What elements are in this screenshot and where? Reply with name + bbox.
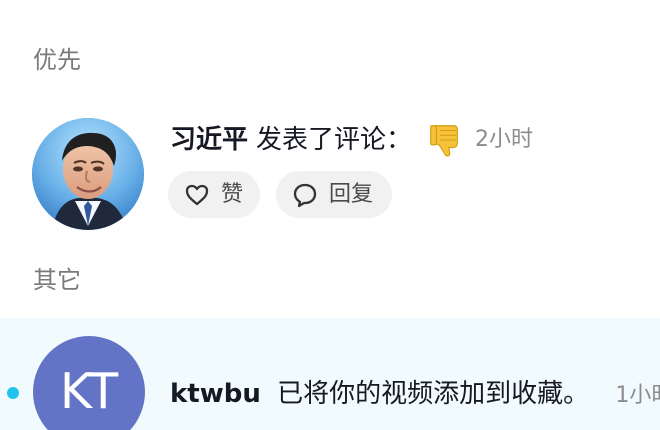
notification-timestamp: 1小时 — [615, 383, 660, 408]
favorite-video-notification[interactable]: KT ktwbu 已将你的视频添加到收藏。 1小时 — [0, 318, 660, 430]
favorite-notification-text[interactable]: ktwbu 已将你的视频添加到收藏。 1小时 — [170, 376, 660, 414]
ktwbu-avatar[interactable]: KT — [33, 336, 145, 430]
like-button[interactable]: 赞 — [168, 171, 260, 218]
commenter-name[interactable]: 习近平 — [170, 122, 248, 158]
priority-comment-notification[interactable]: 习近平 发表了评论： 2小时 赞 回复 — [0, 110, 660, 240]
reply-button[interactable]: 回复 — [276, 171, 392, 218]
commenter-avatar[interactable] — [32, 118, 144, 230]
activity-notifications-screen: 优先 习近平 发表了评论： 2小时 赞 回复 其它 KT ktwbu 已将你的视… — [0, 0, 660, 430]
unread-indicator — [7, 387, 19, 399]
comment-timestamp: 2小时 — [475, 127, 534, 152]
comment-notification-title[interactable]: 习近平 发表了评论： 2小时 — [170, 122, 533, 158]
heart-icon — [185, 184, 209, 205]
thumbs-down-icon — [430, 125, 458, 157]
comment-icon — [293, 183, 317, 207]
comment-action-text: 发表了评论： — [256, 125, 413, 155]
chevron-down-icon — [30, 0, 50, 2]
priority-section-heading: 优先 — [33, 46, 81, 74]
like-button-label: 赞 — [221, 182, 244, 207]
notification-username[interactable]: ktwbu — [170, 379, 261, 409]
notification-action-text: 已将你的视频添加到收藏。 — [277, 379, 590, 409]
reply-button-label: 回复 — [329, 182, 374, 207]
portrait-avatar-image — [32, 118, 144, 230]
other-section-heading: 其它 — [33, 266, 81, 294]
